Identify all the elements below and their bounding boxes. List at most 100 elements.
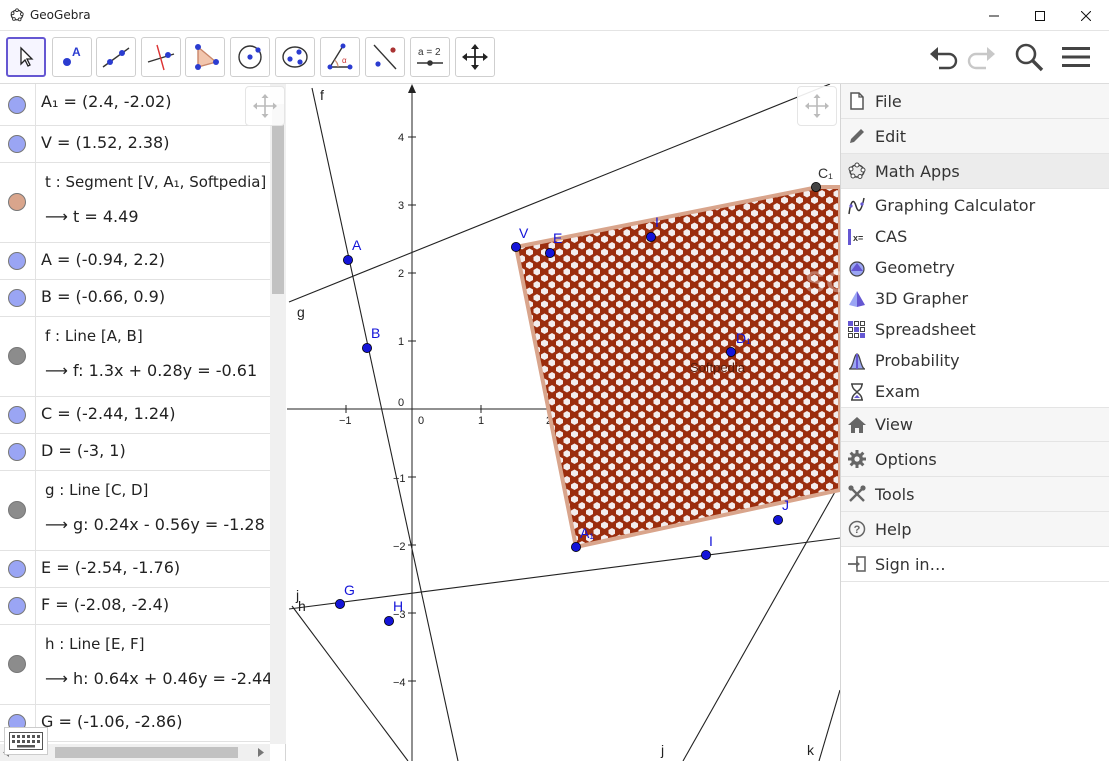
menu-item-file[interactable]: File [841,84,1109,119]
algebra-row[interactable]: t : Segment [V, A₁, Softpedia] ⟶ t = 4.4… [0,163,270,243]
slider-tool-button[interactable]: a = 2 [410,37,450,77]
scrollbar-thumb[interactable] [272,104,284,294]
line-j[interactable] [288,537,840,610]
softpedia-polygon[interactable] [513,185,840,550]
algebra-definition[interactable]: G = (-1.06, -2.86) [41,712,182,731]
visibility-toggle[interactable] [8,96,26,114]
point-G[interactable] [334,599,345,610]
algebra-row[interactable]: B = (-0.66, 0.9) [0,280,270,317]
reflect-tool-button[interactable] [365,37,405,77]
algebra-row[interactable]: A₁ = (2.4, -2.02) [0,84,270,126]
main-menu-button[interactable] [1058,39,1094,75]
algebra-definition[interactable]: h : Line [E, F] [45,635,144,653]
move-graphics-tool-button[interactable] [455,37,495,77]
algebra-definition[interactable]: g : Line [C, D] [45,481,148,499]
point-H[interactable] [383,616,394,627]
algebra-row[interactable]: f : Line [A, B] ⟶ f: 1.3x + 0.28y = -0.6… [0,317,270,397]
ellipse-tool-button[interactable] [275,37,315,77]
visibility-toggle[interactable] [8,135,26,153]
menu-item-probability[interactable]: Probability [841,345,1109,376]
algebra-vertical-scrollbar[interactable] [270,84,286,744]
algebra-definition[interactable]: A₁ = (2.4, -2.02) [41,92,171,111]
visibility-toggle[interactable] [8,597,26,615]
search-button[interactable] [1011,39,1047,75]
point-D1[interactable] [726,346,737,357]
visibility-toggle[interactable] [8,501,26,519]
point-B[interactable] [361,342,372,353]
minimize-button[interactable] [971,0,1017,31]
visibility-toggle[interactable] [8,193,26,211]
point-tool-button[interactable]: A [52,37,92,77]
visibility-toggle[interactable] [8,347,26,365]
undo-icon [930,47,958,70]
menu-item-tools[interactable]: Tools [841,477,1109,512]
menu-item-view[interactable]: View [841,407,1109,442]
point-I[interactable] [701,550,712,561]
menu-item-math-apps[interactable]: Math Apps [841,154,1109,189]
algebra-definition[interactable]: B = (-0.66, 0.9) [41,287,165,306]
svg-text:α: α [342,56,347,65]
virtual-keyboard-button[interactable] [4,727,48,755]
3d-icon [847,289,867,309]
graphics-move-view-handle[interactable] [797,86,837,126]
point-E[interactable] [545,247,556,258]
algebra-row[interactable]: D = (-3, 1) [0,434,270,471]
maximize-button[interactable] [1017,0,1063,31]
algebra-definition[interactable]: E = (-2.54, -1.76) [41,558,180,577]
algebra-row[interactable]: V = (1.52, 2.38) [0,126,270,163]
menu-item-sign-in[interactable]: Sign in… [841,547,1109,582]
move-tool-button[interactable] [6,37,46,77]
menu-item-options[interactable]: Options [841,442,1109,477]
angle-tool-button[interactable]: α [320,37,360,77]
point-I-top[interactable] [646,231,657,242]
undo-button[interactable] [926,39,962,75]
redo-button[interactable] [963,39,999,75]
line-k[interactable] [818,689,840,761]
algebra-definition[interactable]: t : Segment [V, A₁, Softpedia] [45,173,266,191]
line-h[interactable] [291,605,409,761]
scrollbar-thumb[interactable] [55,747,238,758]
algebra-row[interactable]: h : Line [E, F] ⟶ h: 0.64x + 0.46y = -2.… [0,625,272,705]
algebra-definition[interactable]: V = (1.52, 2.38) [41,133,169,152]
algebra-row[interactable]: E = (-2.54, -1.76) [0,551,270,588]
perpendicular-tool-button[interactable] [141,37,181,77]
menu-item-spreadsheet[interactable]: Spreadsheet [841,314,1109,345]
close-button[interactable] [1063,0,1109,31]
point-C1[interactable] [811,181,822,192]
menu-item-3d-grapher[interactable]: 3D Grapher [841,283,1109,314]
polygon-tool-button[interactable] [185,37,225,77]
algebra-move-view-handle[interactable] [245,86,285,126]
graphics-canvas[interactable]: −1 0 1 2 4 3 2 1 0 −1 −2 −3 −4 Softpedia [287,84,840,761]
menu-item-edit[interactable]: Edit [841,119,1109,154]
algebra-row[interactable]: F = (-2.08, -2.4) [0,588,270,625]
line-j2[interactable] [682,482,840,761]
algebra-row[interactable]: A = (-0.94, 2.2) [0,243,270,280]
point-J[interactable] [773,515,784,526]
line-f[interactable] [311,87,459,761]
circle-tool-button[interactable] [230,37,270,77]
algebra-definition[interactable]: A = (-0.94, 2.2) [41,250,165,269]
visibility-toggle[interactable] [8,289,26,307]
algebra-row[interactable]: C = (-2.44, 1.24) [0,397,270,434]
visibility-toggle[interactable] [8,655,26,673]
algebra-definition[interactable]: C = (-2.44, 1.24) [41,404,175,423]
algebra-definition[interactable]: D = (-3, 1) [41,441,126,460]
algebra-row[interactable]: g : Line [C, D] ⟶ g: 0.24x - 0.56y = -1.… [0,471,270,551]
graphics-view[interactable]: −1 0 1 2 4 3 2 1 0 −1 −2 −3 −4 Softpedia [287,84,840,761]
menu-item-help[interactable]: ? Help [841,512,1109,547]
menu-item-exam[interactable]: Exam [841,376,1109,407]
menu-item-graphing-calculator[interactable]: Graphing Calculator [841,190,1109,221]
point-A1[interactable] [571,542,582,553]
point-A[interactable] [342,254,353,265]
point-V[interactable] [510,241,521,252]
visibility-toggle[interactable] [8,252,26,270]
visibility-toggle[interactable] [8,443,26,461]
algebra-definition[interactable]: f : Line [A, B] [45,327,143,345]
menu-item-geometry[interactable]: Geometry [841,252,1109,283]
menu-item-cas[interactable]: x= CAS [841,221,1109,252]
visibility-toggle[interactable] [8,406,26,424]
visibility-toggle[interactable] [8,560,26,578]
line-tool-button[interactable] [96,37,136,77]
algebra-definition[interactable]: F = (-2.08, -2.4) [41,595,169,614]
scroll-right-icon[interactable] [258,748,264,757]
